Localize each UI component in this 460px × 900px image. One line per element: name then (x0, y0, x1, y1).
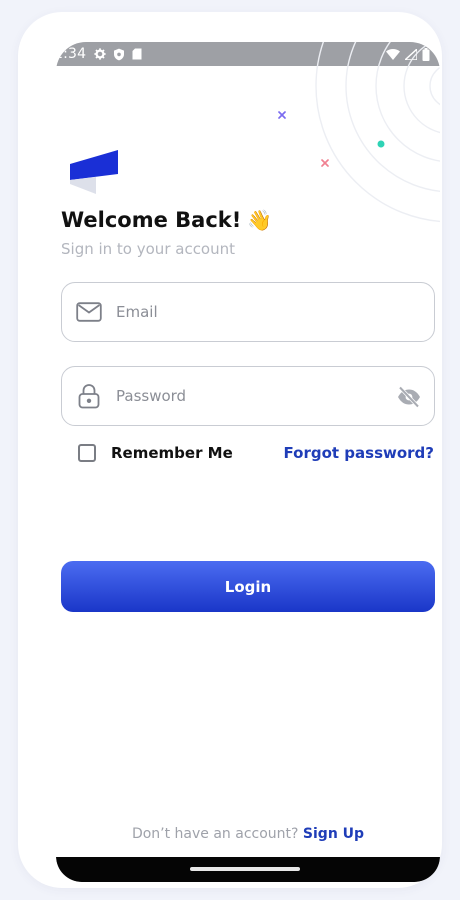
navigation-bar (56, 857, 440, 882)
login-button[interactable]: Login (61, 561, 435, 612)
signup-prompt: Don’t have an account? (131, 826, 299, 842)
signup-prompt-row: Don’t have an account? Sign Up (56, 826, 440, 842)
app-screen: 1:34 Welcome Back! 👋 Sign in to your acc… (56, 42, 440, 882)
phone-frame: 1:34 Welcome Back! 👋 Sign in to your acc… (18, 12, 442, 888)
app-logo (70, 150, 118, 194)
envelope-icon (76, 299, 102, 325)
decor-x-icon (278, 111, 286, 119)
eye-off-icon[interactable] (396, 384, 422, 410)
remember-me-option[interactable]: Remember Me (78, 444, 233, 462)
remember-me-checkbox[interactable] (78, 444, 96, 462)
password-field[interactable] (61, 366, 435, 426)
lock-icon (76, 383, 102, 409)
email-field[interactable] (61, 282, 435, 342)
email-input[interactable] (116, 303, 376, 321)
forgot-password-link[interactable]: Forgot password? (284, 444, 435, 462)
remember-me-label: Remember Me (111, 444, 233, 462)
signup-link[interactable]: Sign Up (303, 826, 364, 842)
welcome-subtitle: Sign in to your account (61, 240, 236, 258)
welcome-heading: Welcome Back! 👋 (61, 208, 272, 232)
decor-dot-icon (377, 140, 385, 148)
password-input[interactable] (116, 387, 376, 405)
welcome-title: Welcome Back! (61, 208, 242, 232)
home-gesture-handle[interactable] (190, 867, 300, 871)
decor-x-icon (321, 159, 329, 167)
waving-hand-icon: 👋 (247, 208, 273, 232)
